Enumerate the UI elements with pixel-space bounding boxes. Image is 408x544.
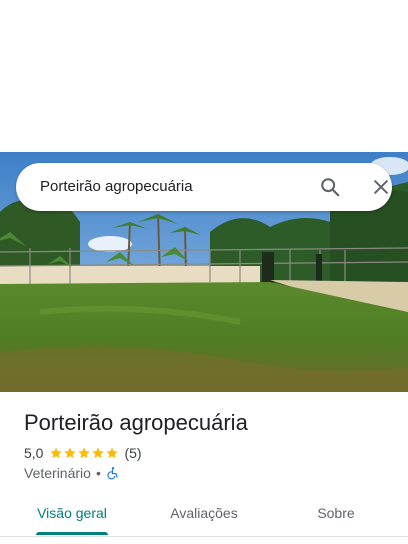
search-input[interactable]: Porteirão agropecuária — [40, 163, 193, 211]
star-icon — [78, 447, 91, 459]
wheelchair-icon — [106, 466, 120, 480]
place-category[interactable]: Veterinário — [24, 465, 91, 481]
search-button[interactable] — [310, 163, 350, 211]
active-tab-indicator — [36, 532, 108, 535]
place-title: Porteirão agropecuária — [24, 410, 248, 435]
place-meta: Veterinário • — [24, 464, 120, 482]
search-icon — [321, 178, 340, 197]
tabs-divider — [0, 536, 408, 537]
star-icon — [64, 447, 77, 459]
separator-dot: • — [95, 465, 101, 481]
place-tabs: Visão geral Avaliações Sobre — [0, 494, 408, 536]
tab-reviews[interactable]: Avaliações — [156, 494, 252, 536]
star-icon — [50, 447, 63, 459]
search-bar[interactable]: Porteirão agropecuária — [16, 163, 392, 211]
star-icon — [106, 447, 119, 459]
rating-row[interactable]: 5,0 (5) — [24, 444, 142, 462]
clear-search-button[interactable] — [361, 163, 401, 211]
star-icon — [92, 447, 105, 459]
star-rating — [49, 446, 119, 460]
review-count[interactable]: (5) — [124, 445, 141, 461]
tab-about[interactable]: Sobre — [292, 494, 380, 536]
rating-value: 5,0 — [24, 445, 44, 461]
close-icon — [374, 180, 388, 194]
tab-overview[interactable]: Visão geral — [24, 494, 120, 536]
